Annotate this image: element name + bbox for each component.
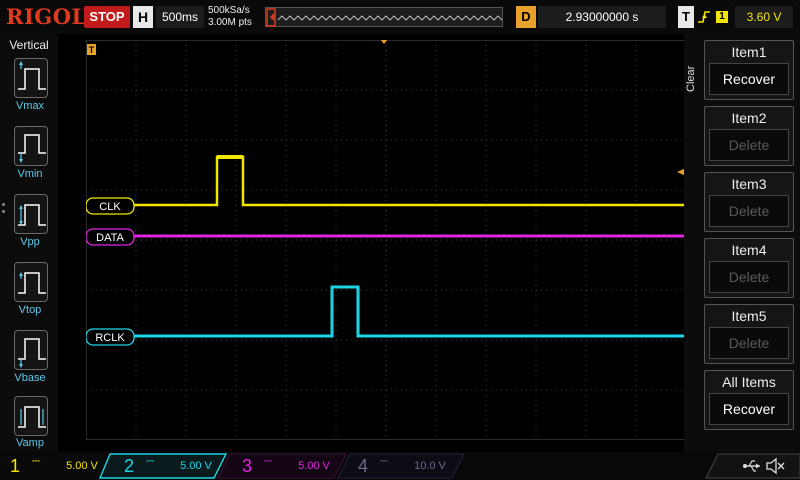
ch2-label[interactable]: 2 RCLK bbox=[86, 328, 135, 346]
memory-overview[interactable] bbox=[265, 7, 503, 27]
item4-title: Item4 bbox=[731, 242, 767, 258]
item4-delete-button[interactable]: Delete bbox=[709, 261, 789, 293]
item5-title: Item5 bbox=[731, 308, 767, 324]
vbase-icon bbox=[18, 338, 46, 368]
rising-edge-icon bbox=[697, 6, 711, 28]
usb-icon bbox=[743, 460, 760, 472]
vpp-button[interactable] bbox=[14, 194, 48, 234]
brand-logo: RIGOL bbox=[6, 4, 87, 29]
vbase-button[interactable] bbox=[14, 330, 48, 370]
ch4-number: 4 bbox=[357, 456, 368, 476]
item3-delete-button[interactable]: Delete bbox=[709, 195, 789, 227]
all-items-recover-button[interactable]: Recover bbox=[709, 393, 789, 425]
waveform-grid[interactable]: T 1 CLK 3 DATA 2 RCLK bbox=[86, 40, 686, 440]
dc-coupling-icon: ⎓ bbox=[32, 456, 40, 467]
svg-text:CLK: CLK bbox=[99, 201, 121, 213]
ch2-status[interactable]: 2 ⎓ 5.00 V bbox=[118, 455, 218, 477]
all-items-title: All Items bbox=[722, 374, 776, 390]
panel-handle-dot bbox=[2, 203, 5, 206]
all-items-block: All Items Recover bbox=[704, 370, 794, 430]
delay-key[interactable]: D bbox=[516, 6, 536, 28]
ch1-number: 1 bbox=[9, 456, 20, 476]
sample-rate: 500kSa/s bbox=[208, 5, 250, 16]
svg-text:DATA: DATA bbox=[96, 232, 124, 244]
trigger-source[interactable]: 1 bbox=[716, 11, 728, 23]
ch1-status[interactable]: 1 ⎓ 5.00 V bbox=[4, 455, 104, 477]
delay-value[interactable]: 2.93000000 s bbox=[538, 6, 666, 28]
vpp-icon bbox=[18, 204, 46, 226]
vmax-label: Vmax bbox=[15, 100, 45, 112]
item1-recover-button[interactable]: Recover bbox=[709, 63, 789, 95]
item2-title: Item2 bbox=[731, 110, 767, 126]
top-status-bar: RIGOL STOP H 500ms 500kSa/s 3.00M pts D … bbox=[0, 0, 800, 34]
item3-block: Item3 Delete bbox=[704, 172, 794, 232]
horizontal-key[interactable]: H bbox=[133, 6, 153, 28]
ch2-number: 2 bbox=[123, 456, 134, 476]
trigger-key[interactable]: T bbox=[678, 6, 694, 28]
vmin-icon bbox=[18, 134, 46, 163]
vmax-icon bbox=[18, 61, 46, 90]
ch4-status[interactable]: 4 ⎓ 10.0 V bbox=[352, 455, 452, 477]
vamp-label: Vamp bbox=[16, 437, 44, 449]
ch4-scale: 10.0 V bbox=[414, 460, 446, 472]
measure-panel-title: Vertical bbox=[9, 38, 49, 52]
ch3-number: 3 bbox=[241, 456, 252, 476]
item5-delete-button[interactable]: Delete bbox=[709, 327, 789, 359]
dc-coupling-icon: ⎓ bbox=[264, 456, 272, 467]
ch3-scale: 5.00 V bbox=[298, 460, 330, 472]
timebase-value[interactable]: 500ms bbox=[156, 6, 204, 28]
memory-waveform-icon bbox=[266, 8, 503, 27]
speaker-muted-icon[interactable] bbox=[765, 457, 785, 475]
trigger-level[interactable]: 3.60 V bbox=[735, 6, 793, 28]
ch1-label[interactable]: 1 CLK bbox=[86, 197, 135, 215]
vtop-icon bbox=[18, 272, 46, 294]
ch3-status[interactable]: 3 ⎓ 5.00 V bbox=[236, 455, 336, 477]
ch2-scale: 5.00 V bbox=[180, 460, 212, 472]
vtop-label: Vtop bbox=[18, 304, 42, 316]
svg-text:T: T bbox=[89, 45, 95, 55]
item1-title: Item1 bbox=[731, 44, 767, 60]
time-origin-marker[interactable]: T bbox=[87, 44, 96, 55]
measure-panel: Vertical Vmax Vmin Vpp Vtop Vbase Vamp bbox=[0, 34, 58, 452]
panel-handle-dot bbox=[2, 210, 5, 213]
vpp-label: Vpp bbox=[20, 236, 40, 248]
svg-text:RCLK: RCLK bbox=[95, 332, 125, 344]
item2-block: Item2 Delete bbox=[704, 106, 794, 166]
ch1-scale: 5.00 V bbox=[66, 460, 98, 472]
item5-block: Item5 Delete bbox=[704, 304, 794, 364]
vmin-label: Vmin bbox=[17, 168, 43, 180]
ch3-label[interactable]: 3 DATA bbox=[86, 228, 135, 246]
item1-block: Item1 Recover bbox=[704, 40, 794, 100]
channel-status-bar: 1 ⎓ 5.00 V 2 ⎓ 5.00 V 3 ⎓ 5.00 V 4 ⎓ 10.… bbox=[0, 452, 800, 480]
run-stop-indicator[interactable]: STOP bbox=[84, 6, 130, 28]
vmin-button[interactable] bbox=[14, 126, 48, 166]
acquisition-info: 500kSa/s 3.00M pts bbox=[208, 5, 252, 29]
memory-depth: 3.00M pts bbox=[208, 17, 252, 28]
item2-delete-button[interactable]: Delete bbox=[709, 129, 789, 161]
vamp-icon bbox=[18, 406, 46, 428]
vbase-label: Vbase bbox=[14, 372, 46, 384]
dc-coupling-icon: ⎓ bbox=[380, 456, 388, 467]
vtop-button[interactable] bbox=[14, 262, 48, 302]
item4-block: Item4 Delete bbox=[704, 238, 794, 298]
dc-coupling-icon: ⎓ bbox=[146, 456, 154, 467]
vamp-button[interactable] bbox=[14, 396, 48, 436]
clear-menu-title: Clear bbox=[685, 65, 697, 93]
item3-title: Item3 bbox=[731, 176, 767, 192]
vmax-button[interactable] bbox=[14, 58, 48, 98]
